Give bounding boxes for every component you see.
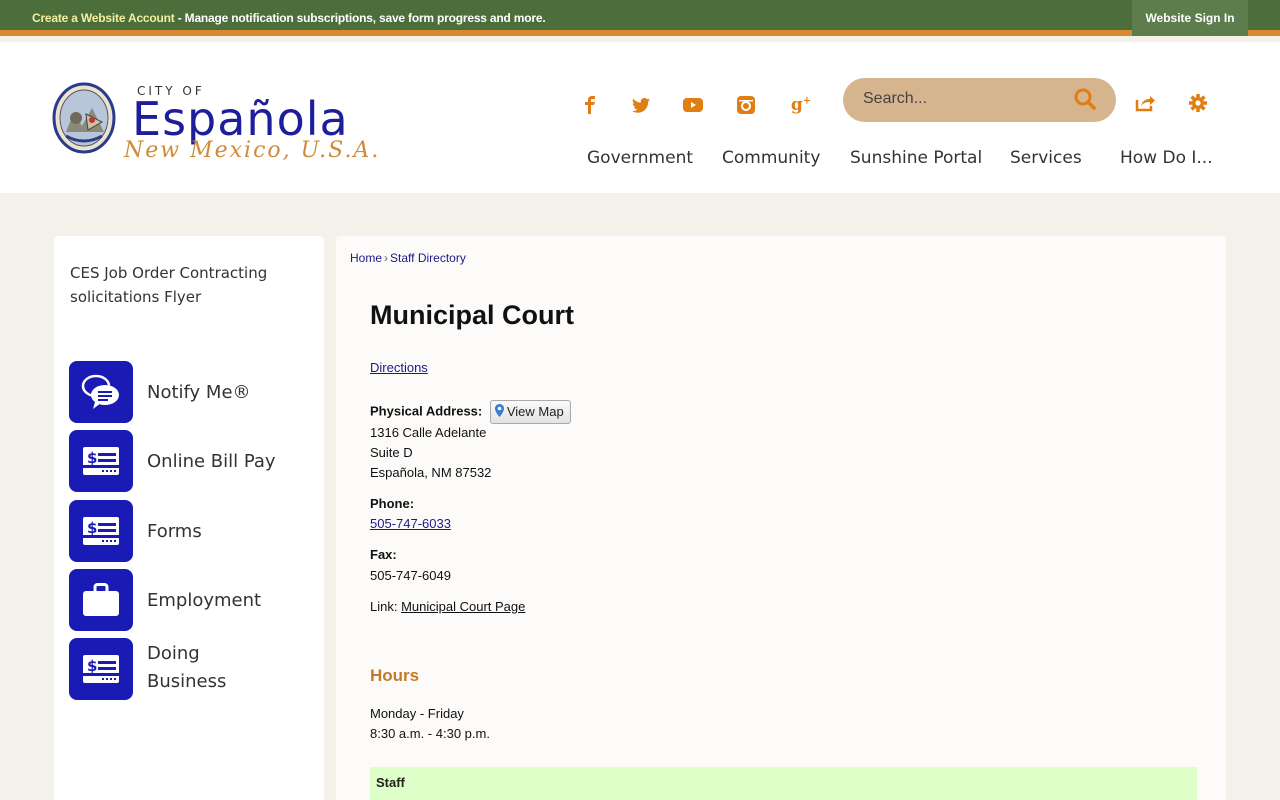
youtube-icon[interactable] <box>680 92 706 118</box>
phone-label: Phone: <box>370 496 415 511</box>
site-header: CITY OF Española New Mexico, U.S.A. g+ G… <box>0 42 1280 193</box>
nav-community[interactable]: Community <box>722 148 820 168</box>
phone-link[interactable]: 505-747-6033 <box>370 516 451 531</box>
create-account-link[interactable]: Create a Website Account <box>32 11 175 25</box>
address-line-1: 1316 Calle Adelante <box>370 425 487 440</box>
quicklink-label: Forms <box>147 521 202 542</box>
search-box <box>843 78 1116 122</box>
hours-time: 8:30 a.m. - 4:30 p.m. <box>370 726 490 741</box>
nav-services[interactable]: Services <box>1010 148 1082 168</box>
account-banner-text: - Manage notification subscriptions, sav… <box>174 11 546 25</box>
main-content: Home › Staff Directory Municipal Court Dir… <box>336 236 1226 800</box>
search-input[interactable] <box>863 90 1063 108</box>
account-banner: Create a Website Account - Manage notifi… <box>32 11 546 25</box>
directions-link[interactable]: Directions <box>370 360 428 375</box>
page-title: Municipal Court <box>370 300 574 330</box>
quicklink-label: Online Bill Pay <box>147 451 276 472</box>
city-logo[interactable]: CITY OF Española New Mexico, U.S.A. <box>52 82 382 172</box>
staff-table-header: Staff <box>370 767 1197 800</box>
address-line-2: Suite D <box>370 445 413 460</box>
sidebar: CES Job Order Contracting solicitations … <box>54 236 324 800</box>
share-icon[interactable] <box>1132 90 1158 116</box>
search-icon <box>1074 88 1096 110</box>
hours-heading: Hours <box>370 666 420 685</box>
address-block: Physical Address: View Map <box>370 400 571 424</box>
quicklink-online-bill-pay[interactable]: $ Online Bill Pay <box>69 430 309 492</box>
quicklink-employment[interactable]: Employment <box>69 569 309 631</box>
svg-text:$: $ <box>87 519 97 537</box>
logo-state: New Mexico, U.S.A. <box>124 138 381 163</box>
address-label: Physical Address: <box>370 403 483 419</box>
twitter-icon[interactable] <box>628 92 654 118</box>
breadcrumb-home[interactable]: Home <box>350 251 382 265</box>
map-pin-icon <box>494 404 504 417</box>
search-button[interactable] <box>1074 88 1098 112</box>
quicklink-label: Employment <box>147 590 262 611</box>
address-line-3: Española, NM 87532 <box>370 465 492 480</box>
view-map-button[interactable]: View Map <box>489 400 571 424</box>
nav-how-do-i[interactable]: How Do I... <box>1120 148 1213 168</box>
breadcrumb-staff-directory[interactable]: Staff Directory <box>390 251 466 265</box>
flyer-link[interactable]: CES Job Order Contracting solicitations … <box>70 261 290 309</box>
bill-icon: $ <box>69 500 133 562</box>
top-bar: Create a Website Account - Manage notifi… <box>0 0 1280 36</box>
instagram-icon[interactable] <box>733 92 759 118</box>
breadcrumb-separator: › <box>384 251 389 265</box>
quicklink-label: Doing Business <box>147 643 227 692</box>
nav-sunshine-portal[interactable]: Sunshine Portal <box>850 148 982 168</box>
municipal-court-page-link[interactable]: Municipal Court Page <box>401 599 525 614</box>
briefcase-icon <box>69 569 133 631</box>
link-row: Link: Municipal Court Page <box>370 597 525 617</box>
link-label: Link: <box>370 599 402 614</box>
city-seal-icon <box>52 82 116 154</box>
hours-days: Monday - Friday <box>370 706 464 721</box>
website-sign-in-button[interactable]: Website Sign In <box>1132 0 1248 36</box>
quicklink-doing-business[interactable]: $ Doing Business <box>69 638 309 700</box>
facebook-icon[interactable] <box>577 92 603 118</box>
nav-government[interactable]: Government <box>587 148 693 168</box>
fax-label: Fax: <box>370 547 397 562</box>
quicklink-forms[interactable]: $ Forms <box>69 500 309 562</box>
bill-icon: $ <box>69 430 133 492</box>
quicklink-label: Notify Me® <box>147 382 251 403</box>
breadcrumb: Home › Staff Directory <box>350 251 466 265</box>
bill-icon: $ <box>69 638 133 700</box>
fax-value: 505-747-6049 <box>370 568 451 583</box>
svg-text:$: $ <box>87 449 97 467</box>
gear-icon[interactable] <box>1185 90 1211 116</box>
view-map-label: View Map <box>506 404 564 419</box>
quicklink-notify-me[interactable]: Notify Me® <box>69 361 309 423</box>
chat-bubbles-icon <box>69 361 133 423</box>
google-plus-icon[interactable]: g+ <box>788 92 814 118</box>
svg-text:$: $ <box>87 657 97 675</box>
